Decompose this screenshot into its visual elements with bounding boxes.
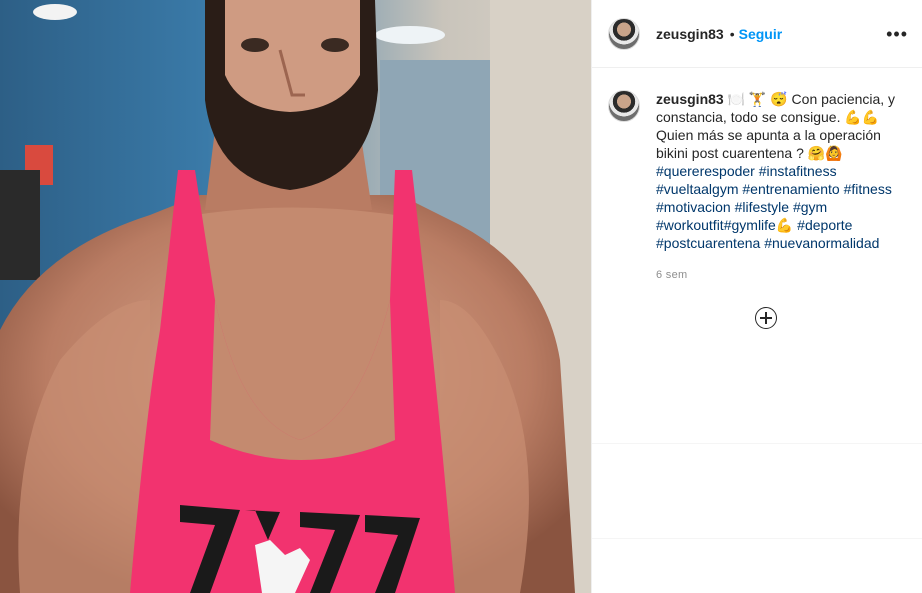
load-more-comments-icon[interactable] <box>755 307 777 329</box>
hashtag[interactable]: #lifestyle <box>735 199 789 215</box>
separator-dot: • <box>729 25 735 42</box>
post-photo[interactable] <box>0 0 591 593</box>
hashtag[interactable]: #entrenamiento <box>742 181 839 197</box>
hashtag[interactable]: #instafitness <box>759 163 837 179</box>
hashtag[interactable]: #fitness <box>844 181 892 197</box>
caption-username[interactable]: zeusgin83 <box>656 91 724 107</box>
post-side-panel: zeusgin83 • Seguir ••• zeusgin83 🍽️ 🏋️ 😴… <box>591 0 922 593</box>
hashtag[interactable]: #quererespoder <box>656 163 755 179</box>
caption-comment: zeusgin83 🍽️ 🏋️ 😴 Con paciencia, y const… <box>608 90 913 284</box>
hashtag[interactable]: #nuevanormalidad <box>764 235 879 251</box>
divider <box>592 443 922 444</box>
post-timestamp[interactable]: 6 sem <box>656 266 913 284</box>
hashtag[interactable]: #gymlife <box>724 217 776 233</box>
header-username[interactable]: zeusgin83 <box>656 26 724 42</box>
hashtag[interactable]: #vueltaalgym <box>656 181 739 197</box>
hashtag[interactable]: #deporte <box>797 217 852 233</box>
hashtag[interactable]: #motivacion <box>656 199 731 215</box>
flexed-biceps-icon: 💪 <box>775 217 794 233</box>
caption-body: zeusgin83 🍽️ 🏋️ 😴 Con paciencia, y const… <box>656 90 913 284</box>
more-options-icon[interactable]: ••• <box>886 24 908 45</box>
gym-selfie-image <box>0 0 591 593</box>
post-header: zeusgin83 • Seguir ••• <box>592 0 922 68</box>
hashtag[interactable]: #gym <box>793 199 827 215</box>
hashtag[interactable]: #postcuarentena <box>656 235 760 251</box>
caption-avatar[interactable] <box>608 90 640 122</box>
hashtag[interactable]: #workoutfit <box>656 217 724 233</box>
follow-button[interactable]: Seguir <box>739 26 783 42</box>
avatar[interactable] <box>608 17 640 50</box>
divider <box>592 538 922 539</box>
